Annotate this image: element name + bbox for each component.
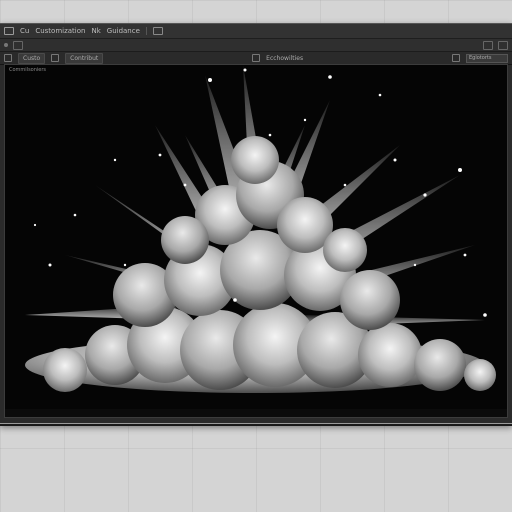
window-bottom-edge <box>0 423 512 424</box>
explosion-artwork <box>25 65 496 393</box>
menubar: Cu Customization Nk Guidance <box>0 24 512 39</box>
menu-item-cu[interactable]: Cu <box>20 27 29 35</box>
right-field[interactable]: Eglotorts <box>466 53 509 63</box>
settings-icon[interactable] <box>452 54 461 62</box>
layer-icon[interactable] <box>252 54 261 62</box>
toolbar-button-right[interactable] <box>483 40 493 50</box>
menu-item-nk[interactable]: Nk <box>91 27 100 35</box>
tab-custo[interactable]: Custo <box>18 52 46 64</box>
field-label[interactable]: Ecchowilties <box>266 55 303 62</box>
app-menu-icon[interactable] <box>4 27 14 35</box>
brush-icon[interactable] <box>51 54 60 62</box>
desktop: Cu Customization Nk Guidance Custo Contr… <box>0 0 512 512</box>
close-panel-icon[interactable] <box>498 40 508 50</box>
status-dot-icon <box>4 43 8 47</box>
menu-separator <box>145 27 147 35</box>
tab-contribut[interactable]: Contribut <box>65 52 104 64</box>
canvas-viewport[interactable]: Commilsoniers <box>4 64 508 418</box>
window-icon[interactable] <box>152 27 163 35</box>
toolbar-button[interactable] <box>13 40 23 50</box>
tab-icon <box>4 54 12 62</box>
menu-item-guidance[interactable]: Guidance <box>107 27 140 35</box>
menu-item-customization[interactable]: Customization <box>35 27 85 35</box>
toolbar <box>0 39 512 52</box>
canvas-ground <box>5 409 507 417</box>
